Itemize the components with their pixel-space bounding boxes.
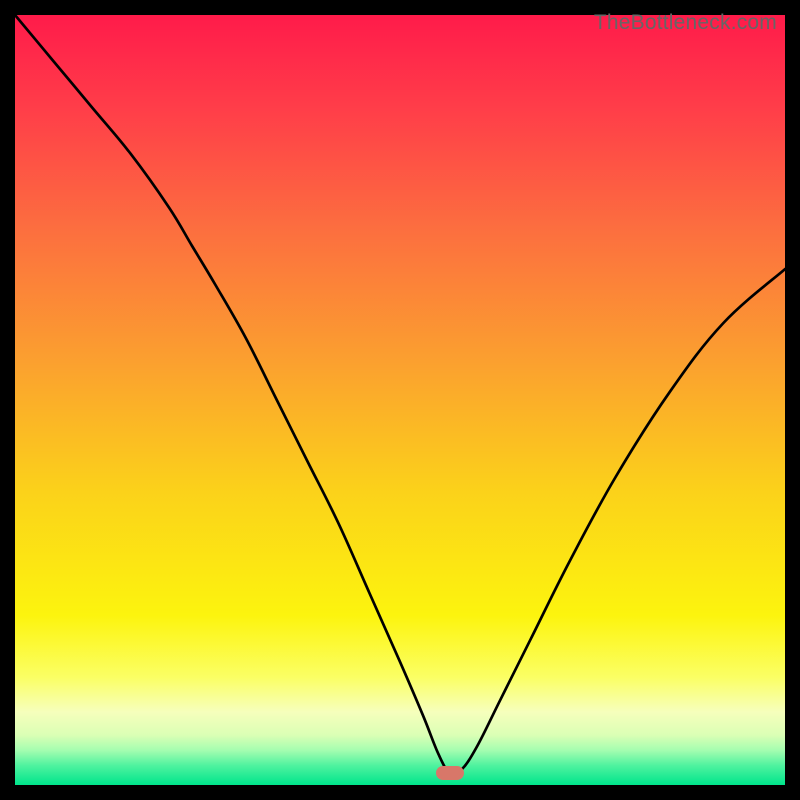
minimum-marker <box>436 766 464 780</box>
chart-frame: TheBottleneck.com <box>15 15 785 785</box>
watermark-text: TheBottleneck.com <box>594 11 777 35</box>
curve-path <box>15 15 785 775</box>
plot-area <box>15 15 785 785</box>
bottleneck-curve <box>15 15 785 785</box>
